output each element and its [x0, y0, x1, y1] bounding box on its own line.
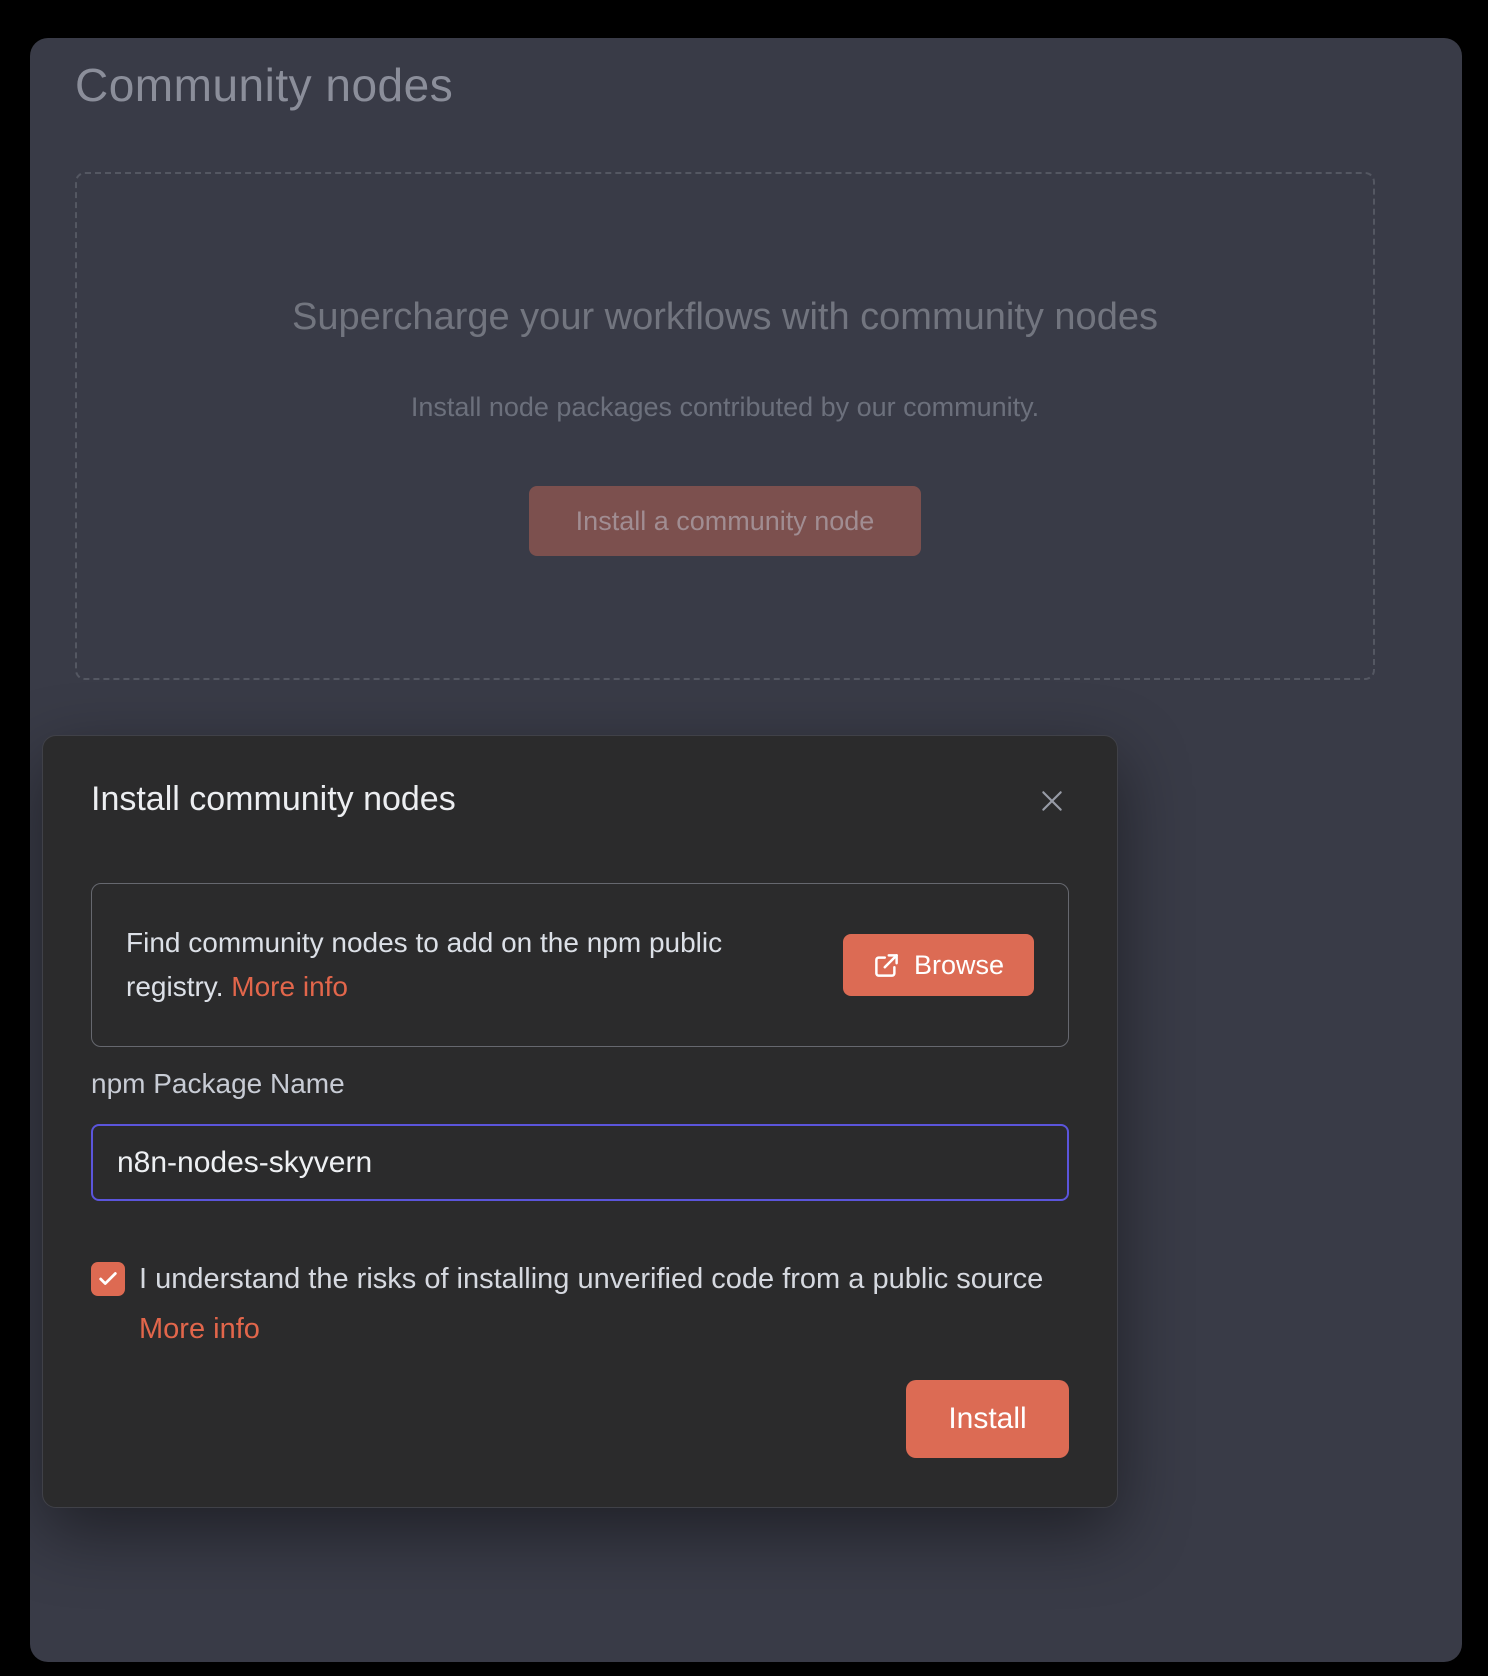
risk-checkbox[interactable] [91, 1262, 125, 1296]
notice-more-info-link[interactable]: More info [231, 971, 348, 1002]
checkmark-icon [97, 1268, 119, 1290]
risk-more-info-link[interactable]: More info [139, 1313, 260, 1345]
npm-package-name-input[interactable] [91, 1124, 1069, 1201]
browse-button[interactable]: Browse [843, 934, 1034, 996]
external-link-icon [873, 952, 900, 979]
install-button[interactable]: Install [906, 1380, 1069, 1458]
page-title: Community nodes [75, 58, 453, 112]
modal-title: Install community nodes [91, 780, 456, 819]
risk-acknowledgement-row: I understand the risks of installing unv… [91, 1260, 1071, 1348]
browse-button-label: Browse [914, 950, 1004, 981]
close-icon[interactable] [1039, 788, 1065, 814]
empty-state-subtitle: Install node packages contributed by our… [77, 392, 1373, 423]
risk-checkbox-label: I understand the risks of installing unv… [139, 1260, 1069, 1298]
npm-package-name-label: npm Package Name [91, 1068, 345, 1100]
notice-text-content: Find community nodes to add on the npm p… [126, 927, 722, 1002]
risk-label-body: I understand the risks of installing unv… [139, 1260, 1069, 1348]
community-nodes-empty-state: Supercharge your workflows with communit… [75, 172, 1375, 680]
install-community-nodes-modal: Install community nodes Find community n… [42, 735, 1118, 1508]
notice-text: Find community nodes to add on the npm p… [126, 921, 786, 1009]
install-community-node-button[interactable]: Install a community node [529, 486, 921, 556]
empty-state-heading: Supercharge your workflows with communit… [77, 296, 1373, 339]
npm-registry-notice: Find community nodes to add on the npm p… [91, 883, 1069, 1047]
